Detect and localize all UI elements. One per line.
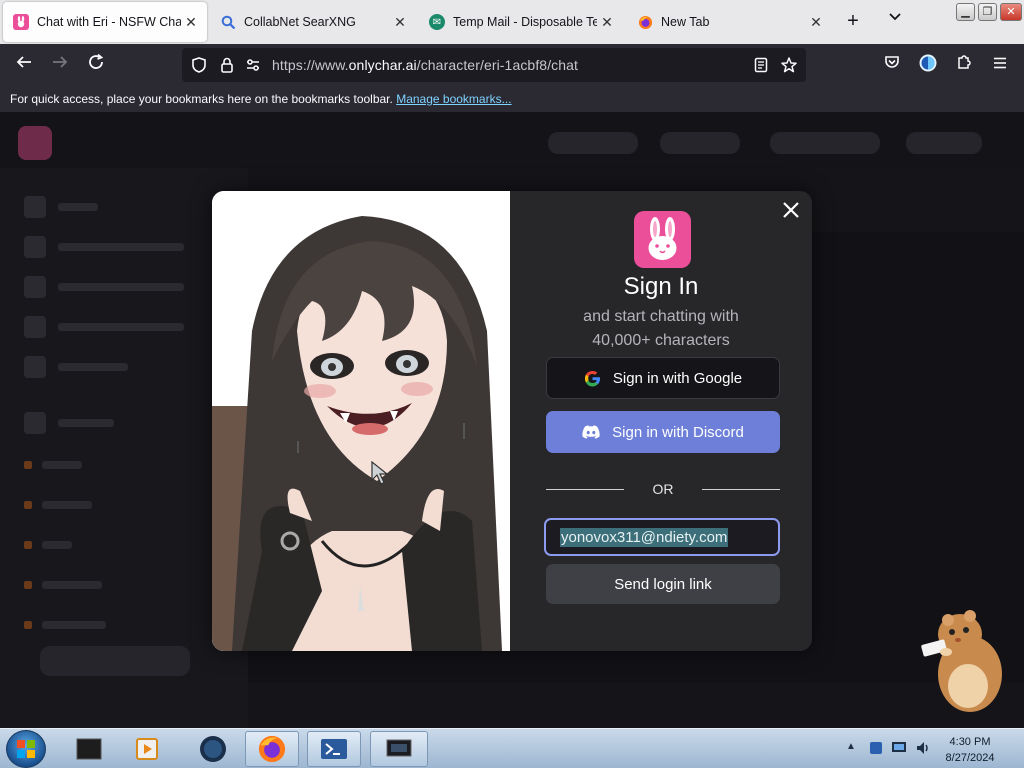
- sidebar-item-dimmed: [24, 454, 184, 476]
- account-icon[interactable]: [916, 53, 940, 77]
- start-button-windows-icon[interactable]: [6, 730, 46, 768]
- url-text: https://www.onlychar.ai/character/eri-1a…: [272, 57, 578, 73]
- clock-date: 8/27/2024: [945, 752, 995, 764]
- header-button-dimmed: [660, 132, 740, 154]
- site-header-dimmed: [0, 112, 1024, 168]
- sidebar-item-dimmed: [24, 316, 184, 338]
- character-portrait-image: [212, 191, 510, 651]
- email-input-value: yonovox311@ndiety.com: [560, 527, 729, 547]
- subtitle-line: and start chatting with: [583, 308, 739, 325]
- tray-app-icon[interactable]: [868, 740, 884, 761]
- onlychar-bunny-logo-icon: [634, 211, 691, 268]
- sidebar-item-dimmed: [24, 236, 184, 258]
- bookmark-star-icon[interactable]: [780, 56, 798, 74]
- taskbar-app-remote-desktop-icon[interactable]: [370, 731, 428, 767]
- tab-title: Temp Mail - Disposable Tem: [453, 15, 597, 29]
- sidebar-item-dimmed: [24, 614, 184, 636]
- divider-line: [702, 489, 780, 490]
- show-hidden-icons-chevron-up-icon[interactable]: ▲: [846, 741, 856, 752]
- bookmarks-toolbar: For quick access, place your bookmarks h…: [0, 86, 1024, 112]
- tab-title: CollabNet SearXNG: [244, 15, 356, 29]
- header-button-dimmed: [770, 132, 880, 154]
- taskbar-app-globe-icon[interactable]: [186, 731, 240, 767]
- site-permissions-icon[interactable]: [244, 56, 262, 74]
- address-bar[interactable]: https://www.onlychar.ai/character/eri-1a…: [182, 48, 806, 82]
- header-toggle-dimmed: [548, 132, 638, 154]
- lock-icon[interactable]: [218, 56, 236, 74]
- reload-icon[interactable]: [84, 53, 108, 77]
- tab-searxng[interactable]: CollabNet SearXNG ✕: [210, 2, 416, 42]
- google-button-label: Sign in with Google: [612, 369, 743, 387]
- header-button-dimmed: [906, 132, 982, 154]
- close-tab-icon[interactable]: ✕: [390, 14, 410, 31]
- tab-new-tab[interactable]: New Tab ✕: [627, 2, 832, 42]
- new-tab-plus-icon[interactable]: +: [840, 10, 866, 34]
- url-prefix: https://www.: [272, 57, 349, 73]
- back-arrow-icon[interactable]: [12, 53, 36, 77]
- page-content: Sign In and start chatting with 40,000+ …: [0, 112, 1024, 728]
- sidebar-dimmed: [0, 168, 248, 728]
- search-favicon-icon: [220, 14, 236, 30]
- taskbar-app-terminal-icon[interactable]: [62, 731, 116, 767]
- browser-tab-strip: Chat with Eri - NSFW Charac ✕ CollabNet …: [0, 0, 1024, 44]
- clock-time: 4:30 PM: [949, 736, 991, 748]
- send-login-link-button[interactable]: Send login link: [546, 564, 780, 604]
- reader-view-icon[interactable]: [752, 56, 770, 74]
- sign-in-subtitle: and start chatting with 40,000+ characte…: [510, 305, 812, 353]
- sidebar-item-dimmed: [24, 494, 184, 516]
- window-minimize-button[interactable]: ▁: [956, 3, 975, 21]
- sign-in-modal: Sign In and start chatting with 40,000+ …: [212, 191, 812, 651]
- google-icon: [584, 370, 601, 387]
- tab-temp-mail[interactable]: ✉ Temp Mail - Disposable Tem ✕: [419, 2, 623, 42]
- url-path: /character/eri-1acbf8/chat: [416, 57, 579, 73]
- window-restore-button[interactable]: ❐: [978, 3, 997, 21]
- sidebar-item-dimmed: [24, 412, 184, 434]
- taskbar-app-media-player-icon[interactable]: [120, 731, 174, 767]
- close-tab-icon[interactable]: ✕: [806, 14, 826, 31]
- windows-taskbar: ▲: [0, 728, 1024, 768]
- taskbar-app-powershell-icon[interactable]: [307, 731, 361, 767]
- pocket-icon[interactable]: [880, 53, 904, 77]
- window-close-button[interactable]: ✕: [1000, 3, 1022, 21]
- sign-in-with-google-button[interactable]: Sign in with Google: [546, 357, 780, 399]
- sign-in-title: Sign In: [623, 273, 699, 300]
- tab-title: New Tab: [661, 15, 710, 29]
- mouse-cursor-icon: [371, 460, 389, 485]
- tab-chat-with-eri[interactable]: Chat with Eri - NSFW Charac ✕: [3, 2, 207, 42]
- discord-button-label: Sign in with Discord: [612, 423, 744, 441]
- close-tab-icon[interactable]: ✕: [597, 14, 617, 31]
- discord-icon: [582, 425, 600, 439]
- close-modal-icon[interactable]: [779, 199, 803, 223]
- sign-in-panel: Sign In and start chatting with 40,000+ …: [510, 191, 812, 651]
- tracking-shield-icon[interactable]: [190, 56, 208, 74]
- sidebar-item-dimmed: [24, 574, 184, 596]
- forward-arrow-icon[interactable]: [48, 53, 72, 77]
- sidebar-item-dimmed: [24, 196, 184, 218]
- manage-bookmarks-link[interactable]: Manage bookmarks...: [396, 92, 511, 106]
- network-monitor-icon[interactable]: [890, 740, 908, 761]
- extensions-puzzle-icon[interactable]: [952, 53, 976, 77]
- or-divider: OR: [546, 481, 780, 499]
- browser-nav-bar: https://www.onlychar.ai/character/eri-1a…: [0, 44, 1024, 86]
- close-tab-icon[interactable]: ✕: [181, 14, 201, 31]
- sidebar-item-dimmed: [24, 356, 184, 378]
- tab-title: Chat with Eri - NSFW Charac: [37, 15, 181, 29]
- sidebar-item-dimmed: [24, 534, 184, 556]
- taskbar-clock[interactable]: 4:30 PM 8/27/2024: [930, 734, 1010, 766]
- url-domain: onlychar.ai: [348, 57, 417, 73]
- sign-in-with-discord-button[interactable]: Sign in with Discord: [546, 411, 780, 453]
- email-input[interactable]: yonovox311@ndiety.com: [544, 518, 780, 556]
- site-logo-icon: [18, 126, 52, 160]
- tempmail-favicon-icon: ✉: [429, 14, 445, 30]
- hamster-sticker-icon: [921, 610, 1002, 712]
- subtitle-line: 40,000+ characters: [592, 332, 730, 349]
- onlychar-favicon-icon: [13, 14, 29, 30]
- sidebar-item-dimmed: [24, 276, 184, 298]
- firefox-favicon-icon: [637, 14, 653, 30]
- bookmarks-hint-text: For quick access, place your bookmarks h…: [10, 92, 393, 106]
- taskbar-app-firefox-icon[interactable]: [245, 731, 299, 767]
- hamburger-menu-icon[interactable]: [988, 53, 1012, 77]
- tab-list-chevron-down-icon[interactable]: [882, 10, 908, 34]
- sidebar-button-dimmed: [40, 646, 190, 676]
